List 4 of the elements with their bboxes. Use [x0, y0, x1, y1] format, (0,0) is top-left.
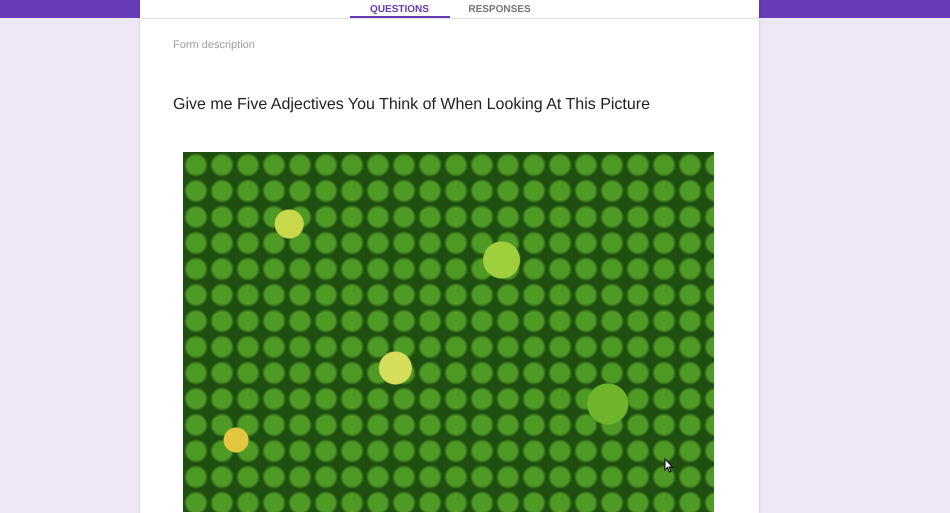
question-title: Give me Five Adjectives You Think of When Looking At This Picture	[173, 96, 651, 114]
cursor-icon	[664, 458, 674, 473]
tab[interactable]: QUESTIONS	[350, 0, 450, 18]
tab[interactable]: RESPONSES	[450, 0, 550, 18]
